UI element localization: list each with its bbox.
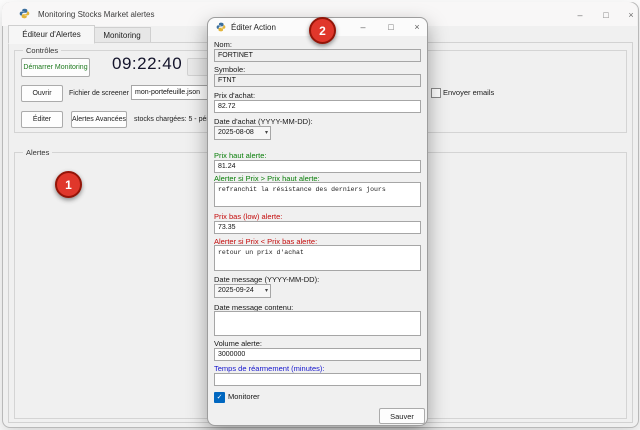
controls-group-label: Contrôles — [23, 46, 61, 55]
annotation-badge-1: 1 — [55, 171, 82, 198]
date-message-combobox[interactable]: 2025-09-24 ▾ — [214, 284, 271, 298]
chevron-down-icon: ▾ — [265, 285, 268, 297]
nom-field[interactable]: FORTINET — [214, 49, 421, 62]
prix-bas-input[interactable]: 73.35 — [214, 221, 421, 234]
send-emails-label: Envoyer emails — [443, 88, 494, 97]
monitorer-checkbox[interactable]: ✓ — [214, 392, 225, 403]
date-message-value: 2025-09-24 — [218, 287, 254, 294]
edit-action-dialog: Éditer Action – □ × Nom: FORTINET Symbol… — [207, 17, 428, 426]
dialog-close-button[interactable]: × — [410, 20, 424, 34]
date-message-contenu-textarea[interactable] — [214, 311, 421, 336]
date-achat-combobox[interactable]: 2025-08-08 ▾ — [214, 126, 271, 140]
open-button[interactable]: Ouvrir — [21, 85, 63, 102]
alerte-bas-textarea[interactable]: retour un prix d'achat — [214, 245, 421, 271]
tab-editeur-alertes[interactable]: Éditeur d'Alertes — [8, 25, 95, 44]
volume-alerte-label: Volume alerte: — [214, 339, 262, 348]
prix-achat-input[interactable]: 82.72 — [214, 100, 421, 113]
save-button[interactable]: Sauver — [379, 408, 425, 424]
symbole-field[interactable]: FTNT — [214, 74, 421, 87]
clock-display: 09:22:40 — [112, 53, 182, 75]
window-title: Monitoring Stocks Market alertes — [38, 10, 155, 20]
python-icon — [216, 22, 226, 32]
prix-haut-label: Prix haut alerte: — [214, 151, 267, 160]
edit-button[interactable]: Éditer — [21, 111, 63, 128]
temps-rearmement-input[interactable] — [214, 373, 421, 386]
dialog-title: Éditer Action — [231, 23, 276, 32]
date-message-label: Date message (YYYY-MM-DD): — [214, 275, 319, 284]
volume-alerte-input[interactable]: 3000000 — [214, 348, 421, 361]
annotation-badge-2: 2 — [309, 17, 336, 44]
dialog-maximize-button[interactable]: □ — [384, 20, 398, 34]
send-emails-checkbox[interactable] — [431, 88, 441, 98]
temps-rearmement-label: Temps de réarmement (minutes): — [214, 364, 324, 373]
alerts-group-label: Alertes — [23, 148, 52, 157]
advanced-alerts-button[interactable]: Alertes Avancées — [71, 111, 127, 128]
dialog-minimize-button[interactable]: – — [356, 20, 370, 34]
chevron-down-icon: ▾ — [265, 127, 268, 139]
start-monitoring-button[interactable]: Démarrer Monitoring — [21, 58, 90, 77]
monitorer-label: Monitorer — [228, 392, 260, 402]
minimize-button[interactable]: – — [572, 7, 588, 23]
date-achat-value: 2025-08-08 — [218, 129, 254, 136]
screener-file-label: Fichier de screener : — [69, 89, 133, 98]
date-achat-label: Date d'achat (YYYY-MM-DD): — [214, 117, 313, 126]
symbole-label: Symbole: — [214, 65, 245, 74]
screen: Monitoring Stocks Market alertes – □ × É… — [0, 0, 640, 430]
prix-bas-label: Prix bas (low) alerte: — [214, 212, 282, 221]
prix-achat-label: Prix d'achat: — [214, 91, 255, 100]
python-icon — [19, 8, 30, 19]
close-button[interactable]: × — [623, 7, 639, 23]
prix-haut-input[interactable]: 81.24 — [214, 160, 421, 173]
nom-label: Nom: — [214, 40, 232, 49]
maximize-button[interactable]: □ — [598, 7, 614, 23]
alerte-haut-textarea[interactable]: refranchit la résistance des derniers jo… — [214, 182, 421, 207]
